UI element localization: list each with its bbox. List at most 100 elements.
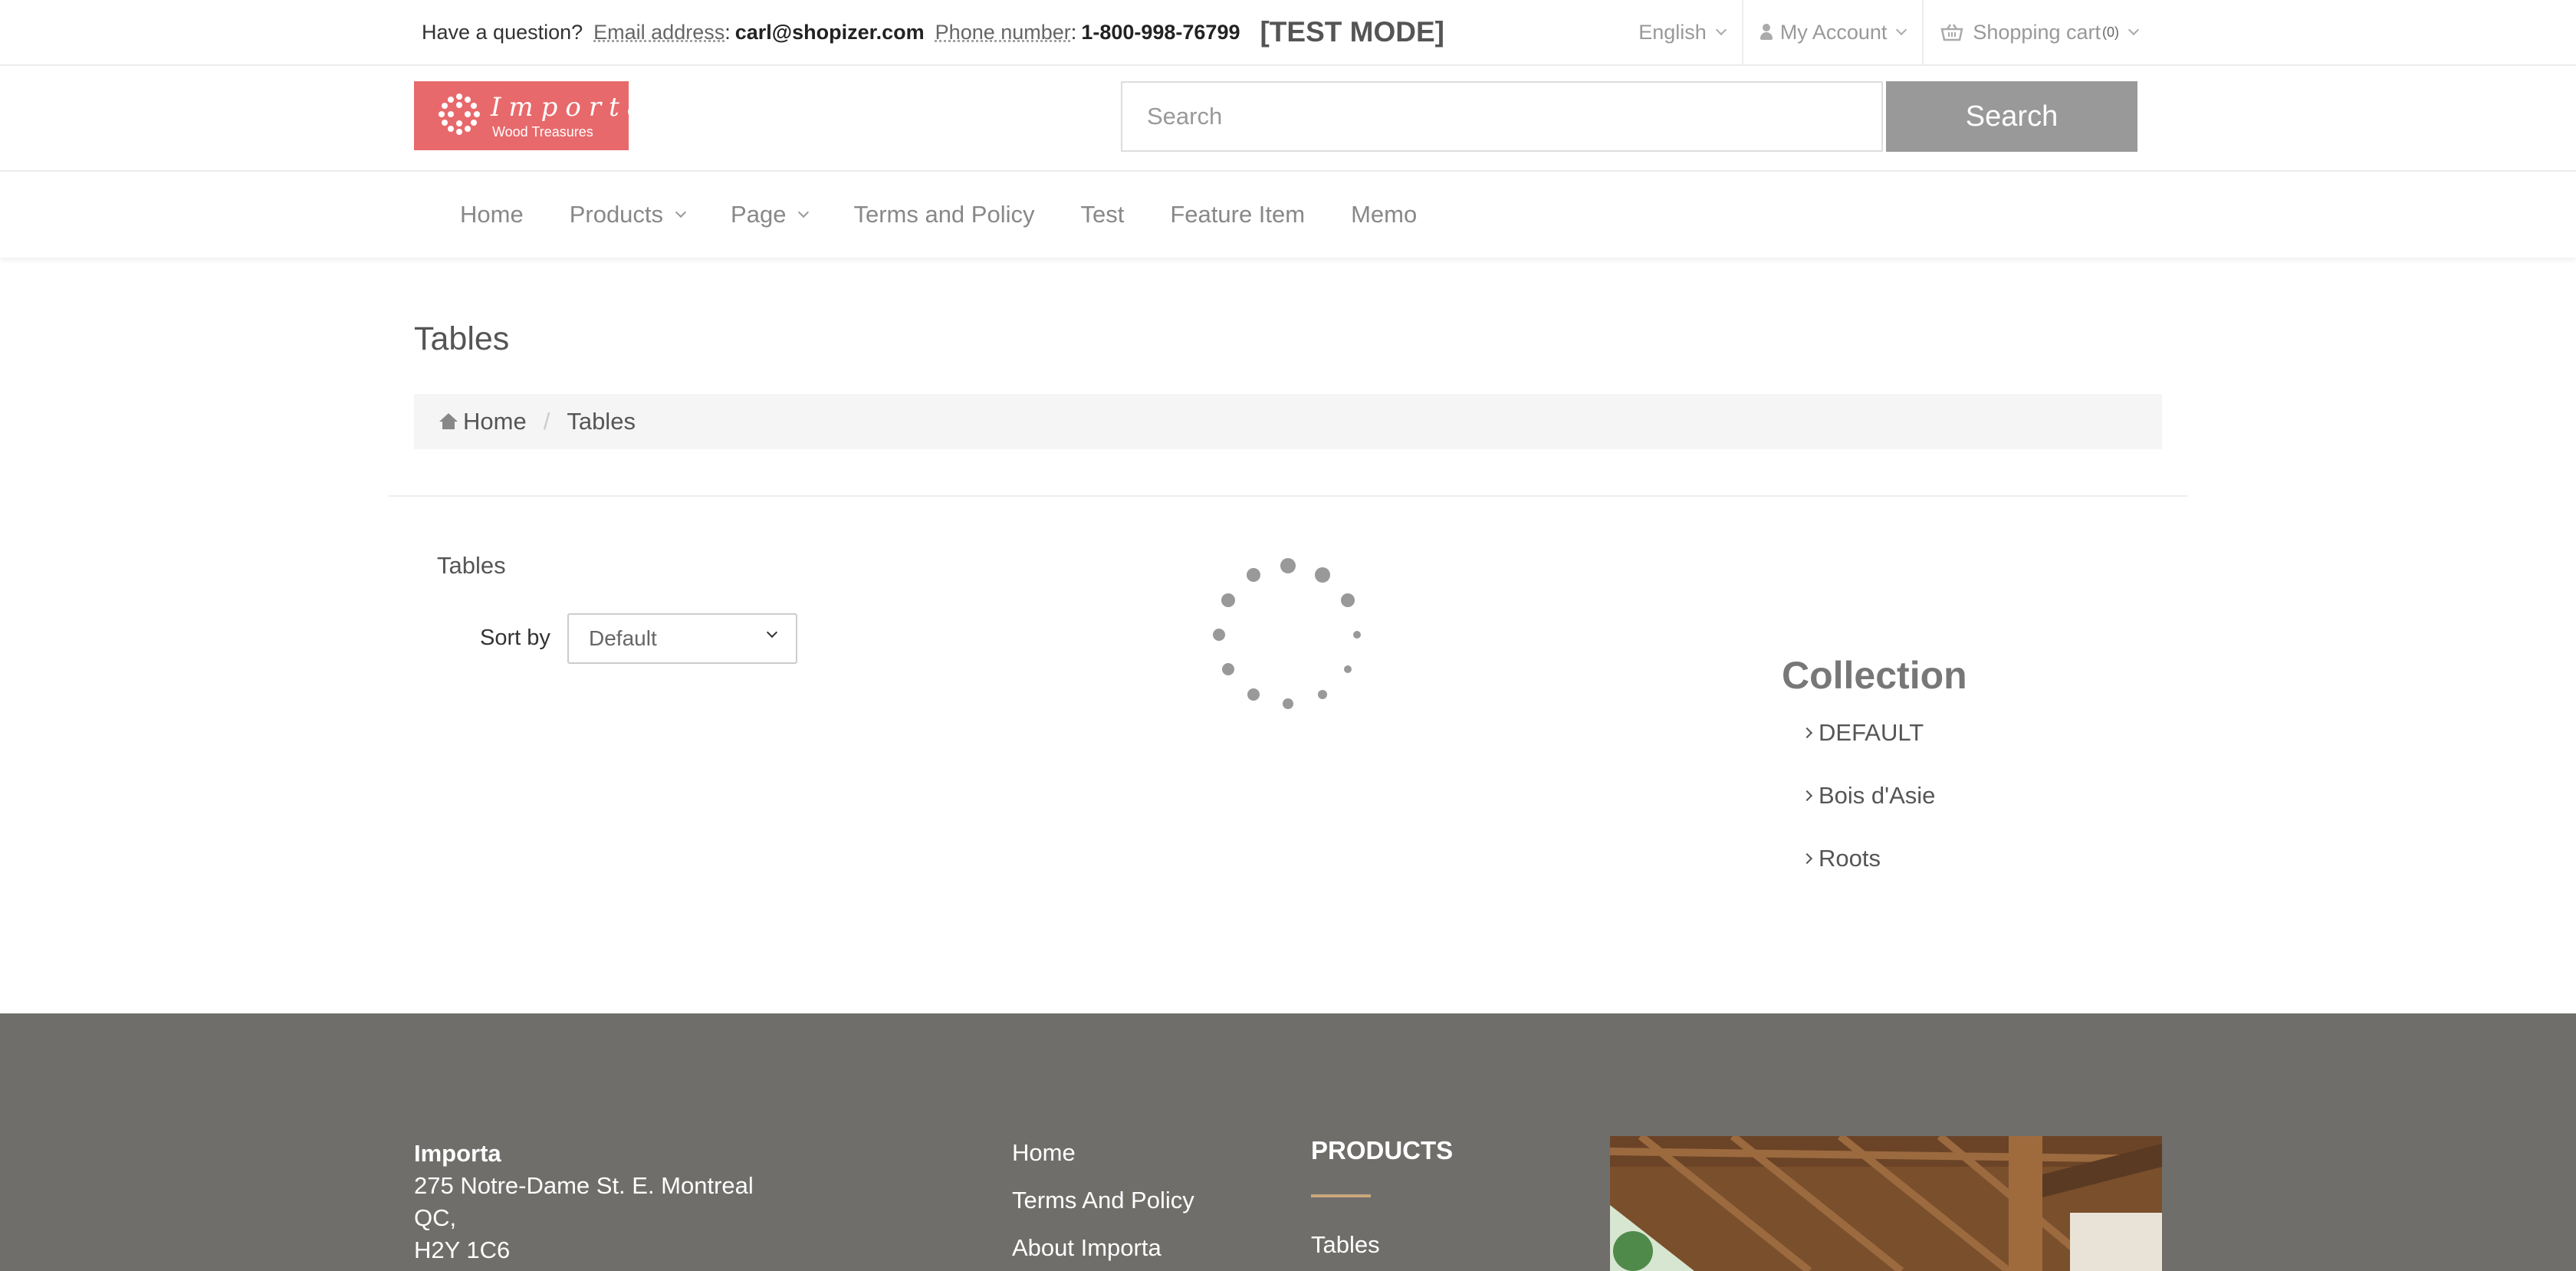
collection-title: Collection bbox=[1782, 654, 1967, 697]
logo-dot bbox=[471, 120, 477, 126]
category-label: Tables bbox=[437, 552, 506, 579]
chevron-right-icon bbox=[1801, 727, 1813, 739]
my-account-dropdown[interactable]: My Account bbox=[1741, 0, 1923, 64]
nav-label: Memo bbox=[1351, 201, 1418, 228]
content-divider bbox=[388, 495, 2188, 497]
spinner-dot bbox=[1280, 558, 1296, 573]
chevron-down-icon bbox=[2128, 24, 2140, 36]
nav-label: Feature Item bbox=[1170, 201, 1306, 228]
breadcrumb-separator: / bbox=[543, 408, 550, 435]
footer-link-about[interactable]: About Importa bbox=[1012, 1234, 1194, 1271]
spinner-dot bbox=[1340, 593, 1355, 607]
email-link[interactable]: carl@shopizer.com bbox=[735, 21, 925, 44]
collection-item-label: DEFAULT bbox=[1819, 719, 1924, 746]
logo-dot bbox=[456, 120, 462, 126]
logo-dot bbox=[465, 126, 471, 132]
logo-brand-text: Importa bbox=[491, 92, 651, 123]
language-label: English bbox=[1638, 20, 1707, 44]
nav-item-products[interactable]: Products bbox=[569, 201, 687, 228]
spinner-dot bbox=[1283, 698, 1293, 709]
basket-icon bbox=[1940, 24, 1963, 41]
search-button[interactable]: Search bbox=[1886, 81, 2137, 152]
footer-company-name: Importa bbox=[414, 1140, 501, 1167]
collection-item-roots[interactable]: Roots bbox=[1801, 845, 1881, 872]
shopping-cart-dropdown[interactable]: Shopping cart (0) bbox=[1922, 0, 2154, 64]
chevron-down-icon bbox=[1896, 24, 1907, 36]
footer-address-line: 275 Notre-Dame St. E. Montreal bbox=[414, 1172, 754, 1199]
logo-dots-icon bbox=[439, 94, 480, 135]
spinner-dot bbox=[1318, 689, 1327, 699]
logo-dot bbox=[465, 111, 471, 117]
sort-select[interactable]: Default bbox=[567, 613, 797, 664]
spinner-dot bbox=[1213, 629, 1225, 641]
collection-item-default[interactable]: DEFAULT bbox=[1801, 719, 1924, 747]
logo-dot bbox=[448, 97, 454, 103]
nav-label: Terms and Policy bbox=[853, 201, 1035, 228]
nav-item-home[interactable]: Home bbox=[460, 201, 524, 228]
footer-links: Home Terms And Policy About Importa bbox=[1012, 1139, 1194, 1271]
footer-link-home[interactable]: Home bbox=[1012, 1139, 1194, 1187]
logo-dot bbox=[439, 111, 445, 117]
nav-item-test[interactable]: Test bbox=[1080, 201, 1124, 228]
collection-item-label: Roots bbox=[1819, 845, 1881, 872]
my-account-label: My Account bbox=[1779, 20, 1888, 44]
logo-dot bbox=[471, 103, 477, 109]
footer-address: Importa 275 Notre-Dame St. E. Montreal Q… bbox=[414, 1138, 754, 1266]
sort-label: Sort by bbox=[480, 626, 550, 650]
chevron-down-icon bbox=[766, 626, 778, 639]
footer-link-tables[interactable]: Tables bbox=[1311, 1231, 1380, 1259]
footer: Importa 275 Notre-Dame St. E. Montreal Q… bbox=[0, 1013, 2576, 1271]
colon: : bbox=[724, 20, 731, 44]
logo-dot bbox=[456, 102, 462, 108]
main-nav: Home Products Page Terms and Policy Test… bbox=[0, 172, 2576, 258]
nav-item-page[interactable]: Page bbox=[731, 201, 810, 228]
footer-product-image bbox=[1610, 1136, 2162, 1271]
footer-products-title: PRODUCTS bbox=[1311, 1136, 1454, 1164]
footer-address-line: QC, bbox=[414, 1204, 457, 1231]
footer-address-line: H2Y 1C6 bbox=[414, 1237, 511, 1263]
logo-dot bbox=[474, 111, 480, 117]
nav-item-feature-item[interactable]: Feature Item bbox=[1170, 201, 1305, 228]
question-text: Have a question? bbox=[422, 20, 583, 44]
logo-dot bbox=[465, 97, 471, 103]
logo-tagline: Wood Treasures bbox=[492, 124, 593, 140]
user-icon bbox=[1760, 24, 1773, 41]
page-title: Tables bbox=[414, 320, 510, 357]
nav-label: Page bbox=[731, 201, 787, 228]
spinner-dot bbox=[1221, 593, 1236, 607]
spinner-dot bbox=[1247, 568, 1260, 583]
search-input[interactable]: Search bbox=[1121, 81, 1883, 152]
top-bar: Have a question? Email address: carl@sho… bbox=[0, 0, 2576, 66]
language-dropdown[interactable]: English bbox=[1622, 0, 1742, 64]
footer-link-terms[interactable]: Terms And Policy bbox=[1012, 1187, 1194, 1234]
spinner-dot bbox=[1353, 631, 1361, 639]
spinner-dot bbox=[1222, 663, 1235, 675]
logo-dot bbox=[456, 129, 462, 135]
store-logo[interactable]: Importa Wood Treasures bbox=[414, 81, 642, 150]
nav-item-memo[interactable]: Memo bbox=[1351, 201, 1417, 228]
breadcrumb-home[interactable]: Home bbox=[463, 408, 527, 435]
cart-count: (0) bbox=[2102, 24, 2119, 40]
chevron-down-icon bbox=[675, 206, 687, 218]
nav-label: Home bbox=[460, 201, 524, 228]
test-mode-label: [TEST MODE] bbox=[1260, 16, 1444, 48]
breadcrumb-current: Tables bbox=[567, 408, 636, 435]
search-placeholder: Search bbox=[1147, 103, 1223, 130]
chevron-down-icon bbox=[1715, 24, 1727, 36]
spinner-dot bbox=[1343, 665, 1352, 673]
nav-label: Products bbox=[569, 201, 664, 228]
nav-item-terms[interactable]: Terms and Policy bbox=[853, 201, 1034, 228]
phone-number: 1-800-998-76799 bbox=[1081, 20, 1240, 44]
email-label: Email address bbox=[593, 20, 725, 44]
sort-selected-value: Default bbox=[589, 626, 657, 650]
logo-dot bbox=[442, 120, 448, 126]
collection-item-bois-dasie[interactable]: Bois d'Asie bbox=[1801, 782, 1936, 810]
collection-item-label: Bois d'Asie bbox=[1819, 782, 1936, 809]
top-bar-menus: English My Account Shopping cart (0) bbox=[1622, 0, 2154, 64]
chevron-right-icon bbox=[1801, 790, 1813, 802]
phone-label: Phone number bbox=[935, 20, 1071, 44]
breadcrumb: Home / Tables bbox=[414, 394, 2162, 449]
shopping-cart-label: Shopping cart bbox=[1973, 20, 2101, 44]
spinner-dot bbox=[1315, 567, 1330, 583]
home-icon bbox=[439, 413, 458, 430]
